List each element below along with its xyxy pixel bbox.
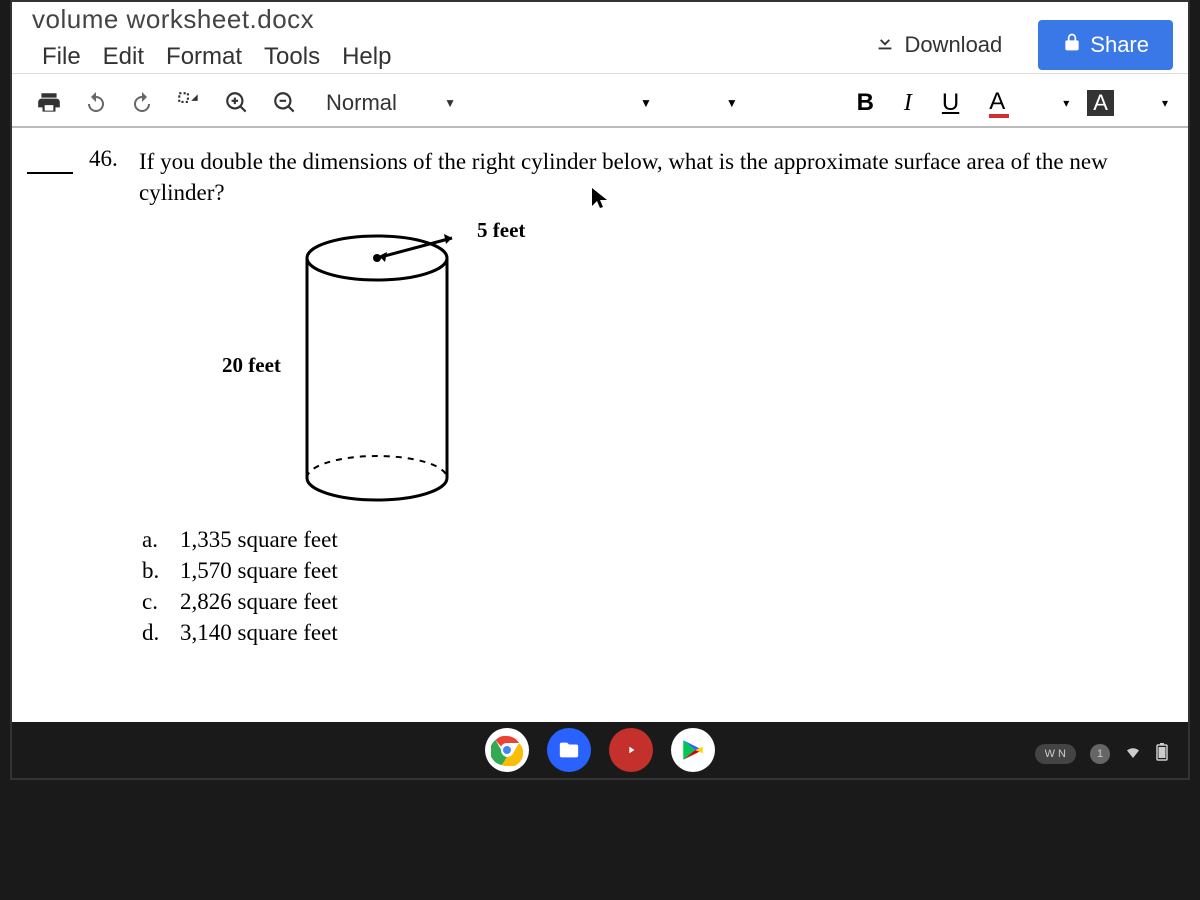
cursor-icon xyxy=(592,188,610,216)
answer-c: c. 2,826 square feet xyxy=(142,586,1173,617)
fit-icon[interactable] xyxy=(172,88,206,118)
document-title: volume worksheet.docx xyxy=(32,2,391,35)
text-color-button[interactable]: A xyxy=(983,86,1015,120)
share-label: Share xyxy=(1090,32,1149,58)
download-label: Download xyxy=(904,32,1002,58)
share-button[interactable]: Share xyxy=(1038,20,1173,70)
formatting-toolbar: Normal ▼ ▼ ▼ B I U A ▾ A ▾ xyxy=(12,74,1188,128)
question-number: 46. xyxy=(89,146,123,208)
play-store-icon[interactable] xyxy=(671,728,715,772)
menu-help[interactable]: Help xyxy=(342,43,391,71)
notification-badge[interactable]: 1 xyxy=(1090,744,1110,764)
answer-d: d. 3,140 square feet xyxy=(142,617,1173,648)
radius-label: 5 feet xyxy=(477,218,525,243)
title-bar: volume worksheet.docx File Edit Format T… xyxy=(12,2,1188,74)
size-dropdown[interactable]: ▼ xyxy=(726,96,738,110)
menu-edit[interactable]: Edit xyxy=(103,43,144,71)
zoom-in-icon[interactable] xyxy=(220,88,254,118)
answer-a: a. 1,335 square feet xyxy=(142,524,1173,555)
lang-indicator[interactable]: W N xyxy=(1035,744,1076,764)
cylinder-figure: 5 feet 20 feet xyxy=(27,218,1173,518)
answer-blank-line xyxy=(27,152,73,174)
document-body[interactable]: 46. If you double the dimensions of the … xyxy=(12,128,1188,668)
menu-file[interactable]: File xyxy=(42,43,81,71)
download-icon xyxy=(874,31,896,59)
chevron-down-icon: ▾ xyxy=(1162,96,1168,110)
os-taskbar: W N 1 xyxy=(12,722,1188,778)
bold-button[interactable]: B xyxy=(851,87,880,119)
wifi-icon[interactable] xyxy=(1124,743,1142,764)
font-dropdown[interactable]: ▼ xyxy=(640,96,652,110)
style-value: Normal xyxy=(326,90,397,116)
underline-button[interactable]: U xyxy=(936,87,965,119)
battery-icon[interactable] xyxy=(1156,743,1168,764)
download-button[interactable]: Download xyxy=(856,21,1020,69)
highlight-button[interactable]: A xyxy=(1087,90,1114,116)
question-text: If you double the dimensions of the righ… xyxy=(139,146,1169,208)
redo-icon[interactable] xyxy=(126,89,158,117)
menu-tools[interactable]: Tools xyxy=(264,43,320,71)
paragraph-style-dropdown[interactable]: Normal ▼ xyxy=(316,86,466,120)
lock-icon xyxy=(1062,32,1082,58)
italic-button[interactable]: I xyxy=(898,88,918,119)
youtube-icon[interactable] xyxy=(609,728,653,772)
height-label: 20 feet xyxy=(222,353,281,378)
menu-format[interactable]: Format xyxy=(166,43,242,71)
chevron-down-icon: ▼ xyxy=(444,96,456,110)
files-icon[interactable] xyxy=(547,728,591,772)
zoom-out-icon[interactable] xyxy=(268,88,302,118)
print-icon[interactable] xyxy=(32,88,66,118)
answer-b: b. 1,570 square feet xyxy=(142,555,1173,586)
menu-bar: File Edit Format Tools Help xyxy=(42,43,391,71)
chevron-down-icon: ▾ xyxy=(1063,96,1069,110)
undo-icon[interactable] xyxy=(80,89,112,117)
chrome-icon[interactable] xyxy=(485,728,529,772)
answer-choices: a. 1,335 square feet b. 1,570 square fee… xyxy=(142,524,1173,648)
status-tray[interactable]: W N 1 xyxy=(1035,743,1168,764)
